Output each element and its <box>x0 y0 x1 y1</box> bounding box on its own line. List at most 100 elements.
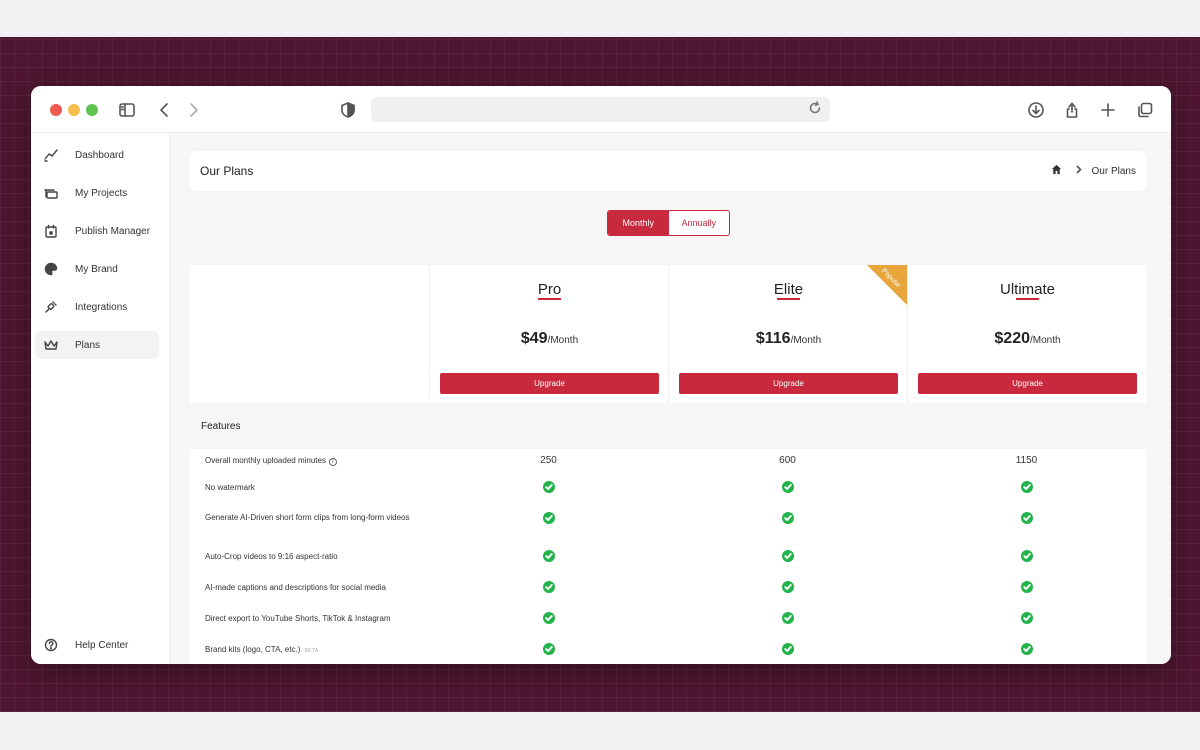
price-amount: $116 <box>755 330 791 347</box>
price-period: /Month <box>790 335 822 346</box>
home-icon[interactable] <box>1051 164 1062 178</box>
feature-cell <box>907 581 1146 596</box>
check-icon <box>781 612 794 624</box>
feature-label: Brand kits (logo, CTA, etc.) BETA <box>205 644 425 657</box>
sidebar-item-my-brand[interactable]: My Brand <box>35 255 159 283</box>
feature-cell <box>429 481 668 496</box>
sidebar-item-label: My Projects <box>75 187 128 199</box>
feature-label-text: Generate AI-Driven short form clips from… <box>205 513 410 522</box>
browser-toolbar <box>31 86 1171 133</box>
features-table: Overall monthly uploaded minutes i 250 600 1… <box>190 449 1146 664</box>
sidebar-item-label: Dashboard <box>75 149 124 161</box>
sidebar-item-plans[interactable]: Plans <box>35 331 159 359</box>
check-icon <box>542 643 555 655</box>
reload-icon[interactable] <box>808 101 824 117</box>
crown-icon <box>42 336 60 354</box>
sidebar: Dashboard My Projects Publish Manager My… <box>31 133 170 664</box>
minimize-window-button[interactable] <box>68 104 80 116</box>
sidebar-toggle-icon[interactable] <box>115 98 139 122</box>
feature-label: Overall monthly uploaded minutes i <box>205 455 425 467</box>
feature-label: Generate AI-Driven short form clips from… <box>205 512 425 524</box>
sidebar-item-my-projects[interactable]: My Projects <box>35 179 159 207</box>
price-period: /Month <box>547 335 579 346</box>
feature-value: 250 <box>540 455 557 466</box>
feature-label: No watermark <box>205 482 425 494</box>
check-icon <box>1020 481 1033 493</box>
feature-cell <box>429 643 668 658</box>
check-icon <box>542 612 555 624</box>
download-icon[interactable] <box>1024 98 1048 122</box>
help-circle-icon <box>42 636 60 654</box>
check-icon <box>781 512 794 524</box>
feature-cell <box>429 512 668 527</box>
feature-label-text: Overall monthly uploaded minutes <box>205 456 326 465</box>
sidebar-item-label: Publish Manager <box>75 225 151 237</box>
feature-label-text: Auto-Crop videos to 9:16 aspect-ratio <box>205 552 338 561</box>
check-icon <box>1020 581 1033 593</box>
feature-cell <box>907 612 1146 627</box>
check-icon <box>781 550 794 562</box>
sidebar-item-help-center[interactable]: Help Center <box>35 631 159 659</box>
feature-value: 1150 <box>1015 455 1038 466</box>
plan-price: $220/Month <box>908 330 1147 348</box>
price-amount: $49 <box>520 330 548 347</box>
feature-label-text: No watermark <box>205 483 255 492</box>
feature-cell <box>907 643 1146 658</box>
plan-name: Ultimate <box>999 281 1055 298</box>
feature-label-text: Direct export to YouTube Shorts, TikTok … <box>205 614 391 623</box>
browser-window: Dashboard My Projects Publish Manager My… <box>31 86 1171 664</box>
plan-name-underline <box>538 298 561 300</box>
chevron-right-icon <box>1074 165 1083 177</box>
check-icon <box>1020 643 1033 655</box>
sidebar-item-publish-manager[interactable]: Publish Manager <box>35 217 159 245</box>
sidebar-item-dashboard[interactable]: Dashboard <box>35 141 159 169</box>
forward-icon[interactable] <box>181 98 205 122</box>
sidebar-item-label: Help Center <box>75 639 129 651</box>
monthly-option[interactable]: Monthly <box>608 211 669 235</box>
feature-cell <box>668 512 907 527</box>
palette-icon <box>42 260 60 278</box>
close-window-button[interactable] <box>50 104 62 116</box>
check-icon <box>542 581 555 593</box>
feature-cell <box>668 643 907 658</box>
feature-cell <box>907 512 1146 527</box>
upgrade-button[interactable]: Upgrade <box>918 373 1137 394</box>
address-bar[interactable] <box>371 97 830 122</box>
feature-cell <box>429 550 668 565</box>
info-icon[interactable]: i <box>328 458 337 466</box>
plan-name-underline <box>1016 298 1039 300</box>
check-icon <box>781 581 794 593</box>
upgrade-button[interactable]: Upgrade <box>679 373 898 394</box>
sidebar-item-label: Integrations <box>75 301 128 313</box>
sidebar-item-integrations[interactable]: Integrations <box>35 293 159 321</box>
check-icon <box>542 550 555 562</box>
maximize-window-button[interactable] <box>86 104 98 116</box>
shield-icon[interactable] <box>336 98 360 122</box>
back-icon[interactable] <box>153 98 177 122</box>
check-icon <box>781 643 794 655</box>
plan-name-underline <box>777 298 800 300</box>
feature-cell <box>429 581 668 596</box>
plans-card: Pro $49/Month Upgrade Popular Elite $116… <box>190 265 1146 403</box>
share-icon[interactable] <box>1060 98 1084 122</box>
feature-label-text: AI-made captions and descriptions for so… <box>205 583 386 592</box>
feature-cell <box>668 612 907 627</box>
annually-option[interactable]: Annually <box>669 211 730 235</box>
check-icon <box>542 481 555 493</box>
plan-card-pro: Pro $49/Month Upgrade <box>429 265 668 403</box>
check-icon <box>781 481 794 493</box>
projects-icon <box>42 184 60 202</box>
tabs-overview-icon[interactable] <box>1133 98 1157 122</box>
plan-price: $49/Month <box>430 330 669 348</box>
plan-name: Pro <box>537 281 562 298</box>
new-tab-icon[interactable] <box>1096 98 1120 122</box>
price-amount: $220 <box>994 330 1030 347</box>
upgrade-button[interactable]: Upgrade <box>440 373 659 394</box>
feature-label: Direct export to YouTube Shorts, TikTok … <box>205 613 425 625</box>
breadcrumb-current: Our Plans <box>1091 165 1136 177</box>
features-title: Features <box>201 421 241 432</box>
check-icon <box>1020 512 1033 524</box>
breadcrumb: Our Plans <box>1051 164 1136 178</box>
main-content: Our Plans Our Plans Monthly Annually Pro… <box>170 133 1171 664</box>
plan-card-elite: Popular Elite $116/Month Upgrade <box>668 265 907 403</box>
